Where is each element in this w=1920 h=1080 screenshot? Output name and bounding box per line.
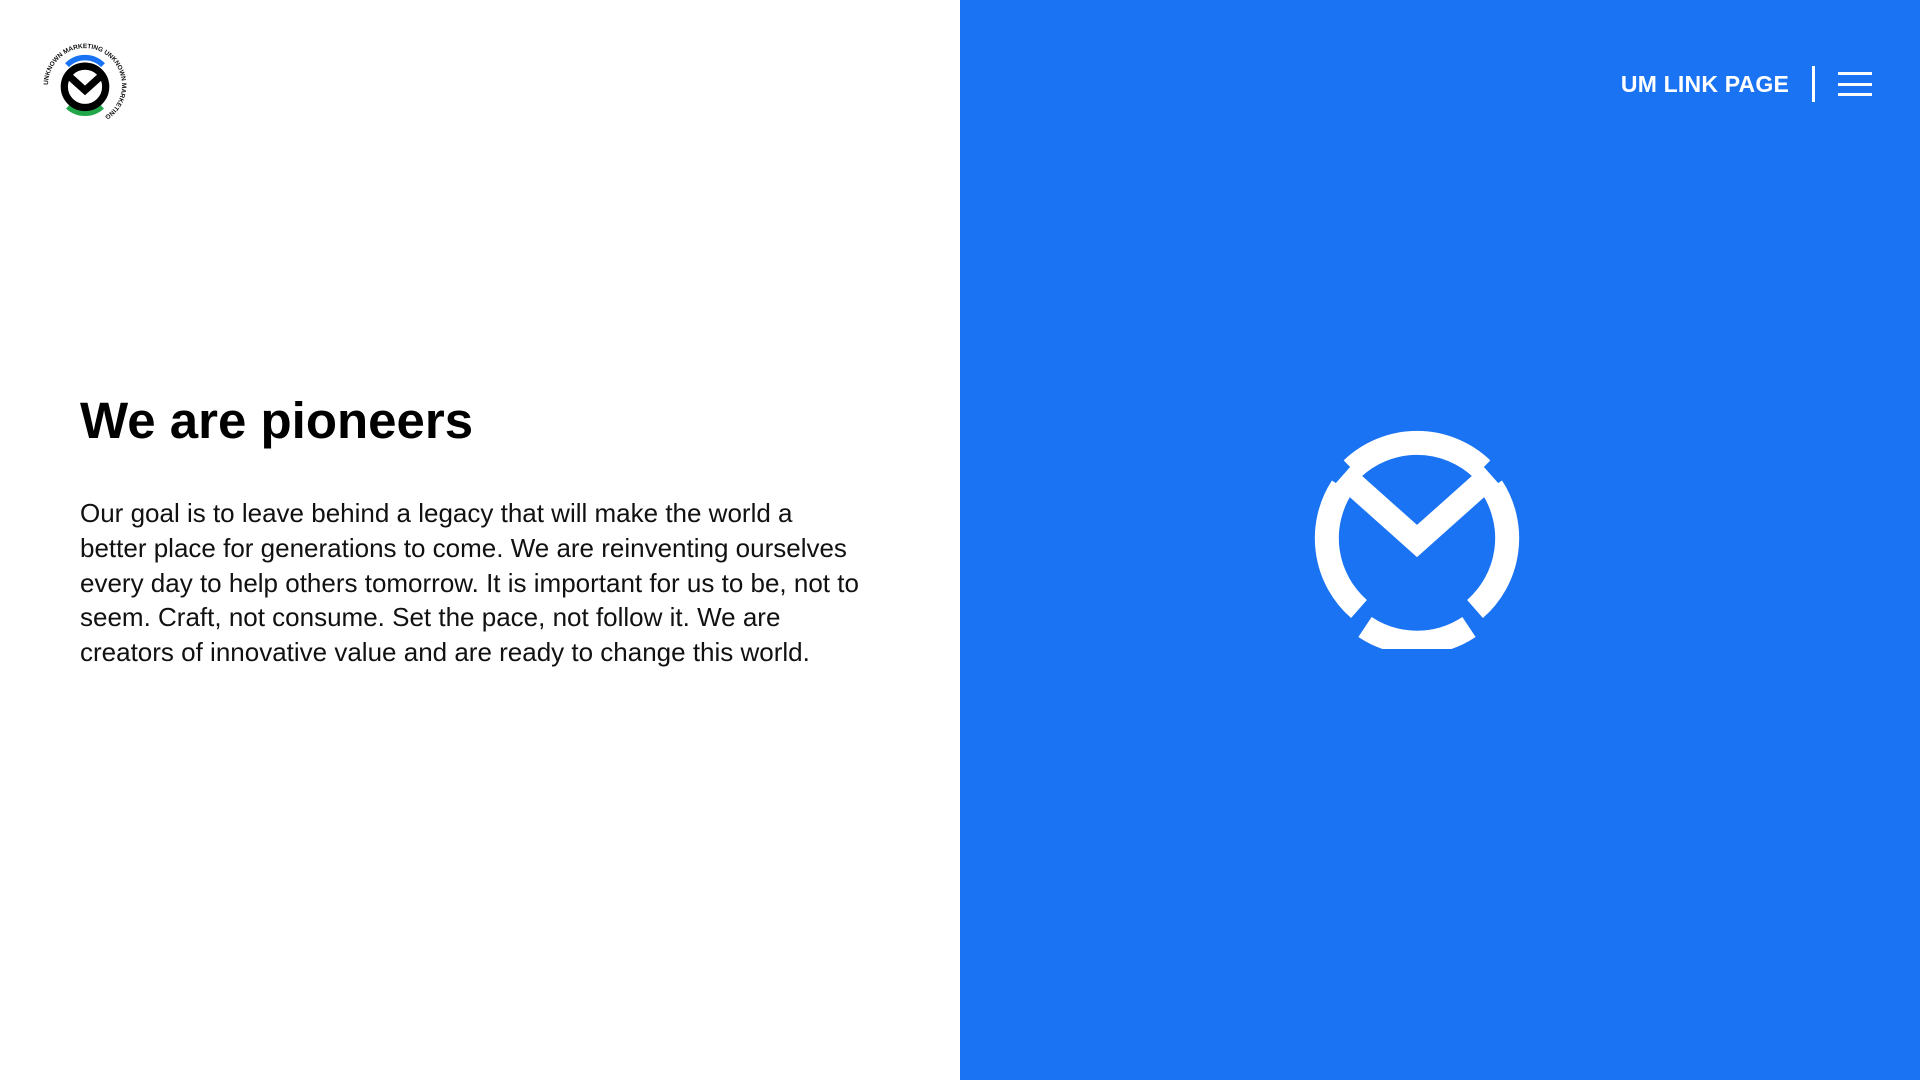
site-logo[interactable]: UNKNOWN MARKETING UNKNOWN MARKETING (40, 40, 130, 130)
um-logo-icon: UNKNOWN MARKETING UNKNOWN MARKETING (43, 43, 127, 120)
um-link-page-link[interactable]: UM LINK PAGE (1621, 71, 1789, 98)
menu-line (1838, 82, 1872, 86)
menu-line (1838, 72, 1872, 75)
intro-section: We are pioneers Our goal is to leave beh… (80, 390, 860, 670)
page: UNKNOWN MARKETING UNKNOWN MARKETING We a… (0, 0, 1920, 1080)
intro-paragraph: Our goal is to leave behind a legacy tha… (80, 498, 859, 668)
top-navigation: UM LINK PAGE (1621, 66, 1872, 102)
menu-line (1838, 93, 1872, 96)
right-panel: UM LINK PAGE (960, 0, 1920, 1080)
left-panel: UNKNOWN MARKETING UNKNOWN MARKETING We a… (0, 0, 960, 1080)
hamburger-menu-icon[interactable] (1838, 72, 1872, 96)
nav-divider (1812, 66, 1815, 102)
page-title: We are pioneers (80, 392, 474, 449)
um-mark-icon (1307, 429, 1527, 655)
